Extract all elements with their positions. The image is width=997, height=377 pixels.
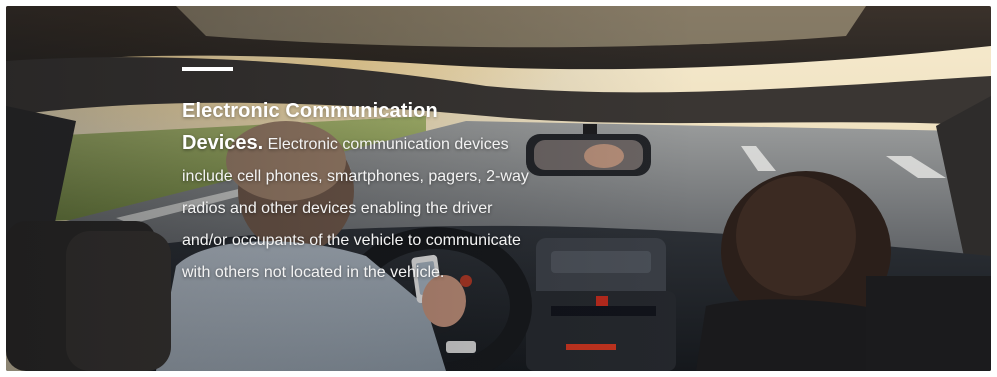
accent-bar xyxy=(182,67,233,71)
hero-description: Devices. Electronic communication device… xyxy=(182,127,532,289)
hero-banner: Electronic Communication Devices. Electr… xyxy=(6,6,991,371)
hero-text-block: Electronic Communication Devices. Electr… xyxy=(182,67,532,289)
hero-heading-continued: Devices. xyxy=(182,132,264,154)
hero-heading: Electronic Communication xyxy=(182,100,438,122)
hero-body-text: Electronic communication devices include… xyxy=(182,136,529,281)
